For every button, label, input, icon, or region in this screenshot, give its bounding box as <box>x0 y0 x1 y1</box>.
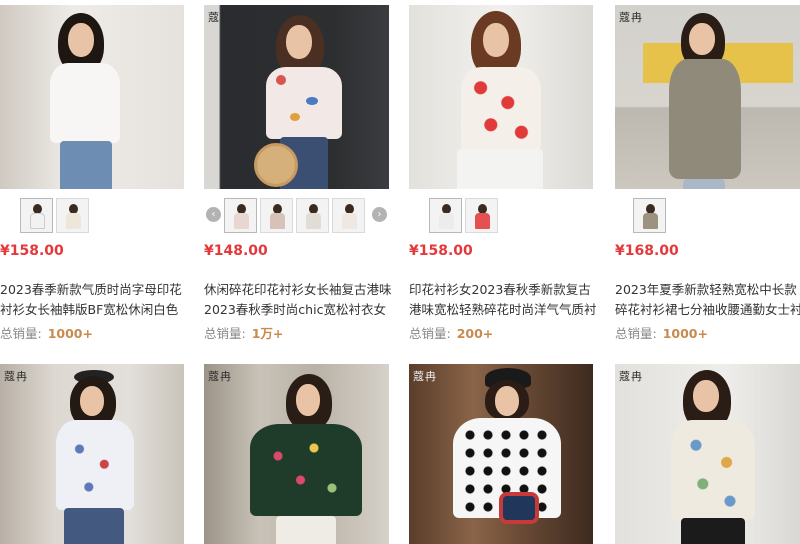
sales-value: 1000+ <box>47 326 93 341</box>
title-line[interactable]: 碎花衬衫裙七分袖收腰通勤女士衬 <box>615 300 800 320</box>
product-title[interactable]: 休闲碎花印花衬衫女长袖复古港味 2023春秋季时尚chic宽松衬衣女 <box>204 280 399 320</box>
sales-label: 总销量: <box>409 326 451 341</box>
product-image-7[interactable]: 蔻冉 <box>409 364 593 544</box>
title-line[interactable]: 2023春季新款气质时尚字母印花 <box>0 280 195 300</box>
title-line[interactable]: 休闲碎花印花衬衫女长袖复古港味 <box>204 280 399 300</box>
sales-label: 总销量: <box>0 326 42 341</box>
title-line[interactable]: 衬衫女长袖韩版BF宽松休闲白色 <box>0 300 195 320</box>
sales-count: 总销量: 1000+ <box>0 323 93 342</box>
brand-watermark: 蔻冉 <box>413 370 437 383</box>
product-price: ¥158.00 <box>409 243 473 259</box>
sales-count: 总销量: 200+ <box>409 323 493 342</box>
title-line[interactable]: 港味宽松轻熟碎花时尚洋气气质衬 <box>409 300 604 320</box>
title-line[interactable]: 印花衬衫女2023春秋季新款复古 <box>409 280 604 300</box>
product-image-8[interactable]: 蔻冉 <box>615 364 800 544</box>
thumbnail[interactable] <box>296 198 329 233</box>
sales-label: 总销量: <box>615 326 657 341</box>
title-line[interactable]: 2023年夏季新款轻熟宽松中长款 <box>615 280 800 300</box>
sales-count: 总销量: 1000+ <box>615 323 708 342</box>
brand-watermark: 蔻冉 <box>208 370 232 383</box>
product-price: ¥158.00 <box>0 243 64 259</box>
sales-value: 200+ <box>456 326 494 341</box>
sales-label: 总销量: <box>204 326 246 341</box>
thumbnail[interactable] <box>260 198 293 233</box>
brand-watermark: 蔻冉 <box>4 370 28 383</box>
sales-value: 1万+ <box>251 326 284 341</box>
product-title[interactable]: 2023春季新款气质时尚字母印花 衬衫女长袖韩版BF宽松休闲白色 <box>0 280 195 320</box>
product-image-4[interactable]: 蔻冉 <box>615 5 800 189</box>
thumbnail[interactable] <box>20 198 53 233</box>
carousel-prev-icon[interactable]: ‹ <box>206 207 221 222</box>
sales-count: 总销量: 1万+ <box>204 323 283 342</box>
product-title[interactable]: 印花衬衫女2023春秋季新款复古 港味宽松轻熟碎花时尚洋气气质衬 <box>409 280 604 320</box>
thumbnail[interactable] <box>633 198 666 233</box>
product-price: ¥168.00 <box>615 243 679 259</box>
carousel-next-icon[interactable]: › <box>372 207 387 222</box>
thumbnail[interactable] <box>224 198 257 233</box>
product-image-2[interactable]: 蔻冉 <box>204 5 389 189</box>
thumbnail[interactable] <box>332 198 365 233</box>
thumbnail[interactable] <box>56 198 89 233</box>
brand-watermark: 蔻冉 <box>208 11 232 24</box>
product-image-1[interactable] <box>0 5 184 189</box>
product-title[interactable]: 2023年夏季新款轻熟宽松中长款 碎花衬衫裙七分袖收腰通勤女士衬 <box>615 280 800 320</box>
product-image-6[interactable]: 蔻冉 <box>204 364 389 544</box>
product-price: ¥148.00 <box>204 243 268 259</box>
thumbnail[interactable] <box>429 198 462 233</box>
sales-value: 1000+ <box>662 326 708 341</box>
title-line[interactable]: 2023春秋季时尚chic宽松衬衣女 <box>204 300 399 320</box>
product-image-5[interactable]: 蔻冉 <box>0 364 184 544</box>
product-image-3[interactable] <box>409 5 593 189</box>
thumbnail[interactable] <box>465 198 498 233</box>
brand-watermark: 蔻冉 <box>619 11 643 24</box>
brand-watermark: 蔻冉 <box>619 370 643 383</box>
